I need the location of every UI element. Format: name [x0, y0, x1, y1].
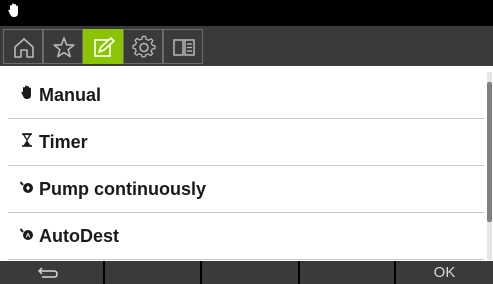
back-button[interactable] — [0, 261, 105, 284]
menu-item-label: Timer — [39, 132, 88, 152]
svg-text:A: A — [26, 233, 31, 240]
menu-item-autodest[interactable]: A AutoDest — [8, 213, 484, 260]
menu-item-label: Pump continuously — [39, 179, 207, 199]
hand-icon — [8, 3, 18, 17]
softkey-2[interactable] — [105, 261, 202, 284]
menu-item-manual[interactable]: Manual — [8, 72, 484, 119]
pump-auto-icon: A — [20, 228, 33, 240]
status-bar — [0, 0, 493, 26]
tab-bar — [0, 26, 493, 66]
ok-button[interactable]: OK — [396, 261, 493, 284]
star-icon — [53, 37, 75, 58]
softkey-bar: OK — [0, 261, 493, 284]
menu-item-pump-continuously[interactable]: Pump continuously — [8, 166, 484, 213]
hourglass-icon — [22, 133, 32, 147]
book-icon — [173, 39, 195, 56]
home-icon — [14, 38, 34, 58]
softkey-4[interactable] — [300, 261, 396, 284]
tab-home[interactable] — [3, 29, 43, 64]
scrollbar[interactable] — [487, 72, 492, 260]
pump-icon — [20, 181, 33, 193]
tab-favorites[interactable] — [43, 29, 83, 64]
tab-manual[interactable] — [163, 29, 203, 64]
menu-item-label: AutoDest — [39, 226, 119, 246]
tab-settings[interactable] — [123, 29, 163, 64]
gear-icon — [132, 35, 156, 58]
tab-edit[interactable] — [83, 29, 123, 64]
back-arrow-icon — [38, 267, 58, 278]
edit-icon — [94, 37, 115, 57]
ok-label: OK — [433, 264, 456, 281]
hand-icon — [21, 85, 31, 99]
softkey-3[interactable] — [202, 261, 300, 284]
menu-item-label: Manual — [39, 85, 102, 105]
menu-list: Manual Timer Pump continuously A AutoDes… — [8, 72, 484, 260]
scrollbar-thumb[interactable] — [487, 82, 492, 222]
menu-item-timer[interactable]: Timer — [8, 119, 484, 166]
